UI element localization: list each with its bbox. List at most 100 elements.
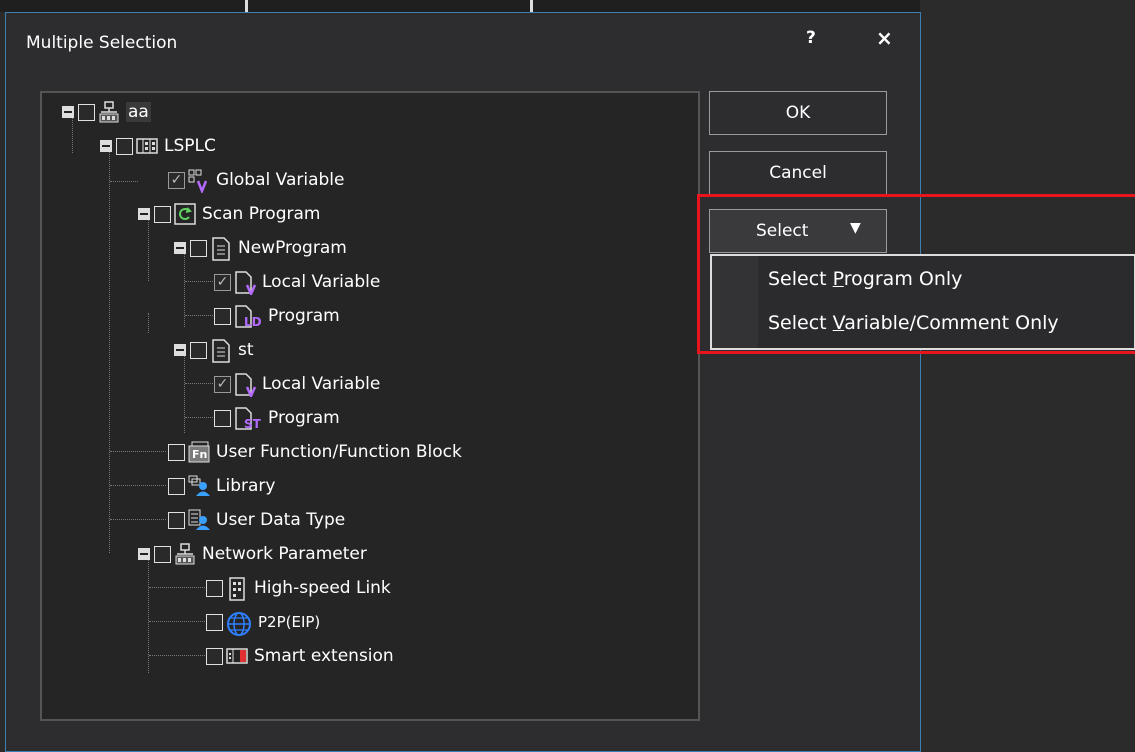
menu-item-select-program-only[interactable]: Select Program Only: [768, 268, 962, 290]
tree-node-label: Local Variable: [262, 272, 381, 292]
tree-node-label: Smart extension: [254, 646, 394, 666]
tree-node-label: Library: [216, 476, 276, 496]
help-button[interactable]: ?: [806, 28, 816, 48]
tree-connector: [148, 313, 149, 333]
tree-connector: [149, 621, 205, 622]
collapse-icon[interactable]: [138, 548, 150, 560]
program-document-icon: [210, 237, 232, 261]
tree-node-st[interactable]: st: [174, 335, 254, 365]
project-tree[interactable]: aa LSPLC ✓ Global Variable Scan Program …: [40, 91, 700, 721]
collapse-icon[interactable]: [174, 242, 186, 254]
checkbox[interactable]: [206, 647, 223, 665]
menu-item-text: Select: [768, 312, 833, 334]
fn-tag: Fn: [192, 448, 208, 461]
menu-item-text: ariable/Comment Only: [844, 312, 1059, 334]
library-icon: [188, 475, 210, 497]
tree-node-p2p[interactable]: P2P(EIP): [206, 607, 320, 637]
checkbox[interactable]: [154, 205, 171, 223]
background-panel: [921, 12, 1135, 746]
tree-node-label: Program: [268, 306, 340, 326]
plc-icon: [136, 135, 158, 157]
menu-item-mnemonic: V: [832, 312, 845, 334]
st-program-icon: ST: [234, 407, 262, 431]
st-tag: ST: [244, 417, 261, 431]
checkbox[interactable]: [168, 443, 185, 461]
tree-node-program-st[interactable]: ST Program: [214, 403, 340, 433]
tree-node-local-variable[interactable]: ✓ Local Variable: [214, 369, 380, 400]
checkbox[interactable]: [116, 137, 133, 155]
tree-node-plc[interactable]: LSPLC: [100, 131, 216, 161]
tree-node-label: LSPLC: [164, 136, 216, 156]
tree-node-local-variable[interactable]: ✓ Local Variable: [214, 267, 381, 298]
tree-node-label: User Function/Function Block: [216, 442, 462, 462]
tree-node-global-variable[interactable]: ✓ Global Variable: [168, 165, 344, 195]
tree-node-program-ld[interactable]: LD Program: [214, 301, 340, 331]
checkbox[interactable]: [206, 579, 223, 597]
program-document-icon: [210, 339, 232, 363]
dialog-titlebar[interactable]: Multiple Selection ? ×: [6, 13, 920, 71]
tree-node-high-speed-link[interactable]: High-speed Link: [206, 573, 391, 603]
checkbox[interactable]: [78, 103, 95, 121]
function-block-icon: Fn: [188, 441, 210, 463]
tree-node-label: aa: [126, 102, 151, 122]
menu-item-mnemonic: P: [832, 268, 844, 290]
tree-node-label: st: [238, 340, 254, 360]
collapse-icon[interactable]: [100, 140, 112, 152]
close-button[interactable]: ×: [876, 26, 893, 50]
checkbox[interactable]: [168, 477, 185, 495]
checkbox[interactable]: [154, 545, 171, 563]
tree-node-scan-program[interactable]: Scan Program: [138, 199, 320, 229]
tree-connector: [110, 485, 166, 486]
dialog-title: Multiple Selection: [26, 33, 178, 53]
tree-node-library[interactable]: Library: [168, 471, 275, 501]
checkbox[interactable]: [214, 307, 231, 325]
tree-node-network-parameter[interactable]: Network Parameter: [138, 539, 367, 569]
collapse-icon[interactable]: [62, 106, 74, 118]
multiple-selection-dialog: Multiple Selection ? × aa LSPLC ✓ Global…: [5, 12, 921, 752]
checkbox-checked[interactable]: ✓: [214, 273, 231, 291]
tree-node-user-function[interactable]: Fn User Function/Function Block: [168, 437, 462, 467]
tree-node-label: Global Variable: [216, 170, 345, 190]
ok-button[interactable]: OK: [709, 91, 887, 135]
tree-node-label: Network Parameter: [202, 544, 367, 564]
network-icon: [174, 543, 196, 565]
checkbox[interactable]: [168, 511, 185, 529]
high-speed-link-icon: [226, 577, 248, 601]
user-data-type-icon: [188, 509, 210, 531]
select-dropdown-menu: Select Program Only Select Variable/Comm…: [710, 254, 1135, 350]
collapse-icon[interactable]: [138, 208, 150, 220]
tree-connector: [185, 417, 215, 418]
tree-connector: [110, 451, 166, 452]
tree-connector: [110, 181, 138, 182]
checkbox-checked[interactable]: ✓: [214, 375, 231, 393]
ld-tag: LD: [244, 315, 262, 329]
collapse-icon[interactable]: [174, 344, 186, 356]
checkbox[interactable]: [214, 409, 231, 427]
ld-program-icon: LD: [234, 305, 262, 329]
tree-node-label: High-speed Link: [254, 578, 391, 598]
background-divider: [530, 0, 533, 12]
tree-node-label: Program: [268, 408, 340, 428]
checkbox-checked[interactable]: ✓: [168, 171, 185, 189]
background-divider: [245, 0, 248, 12]
global-variable-icon: [188, 169, 210, 195]
tree-node-user-data-type[interactable]: User Data Type: [168, 505, 345, 535]
checkbox[interactable]: [206, 613, 223, 631]
tree-node-smart-extension[interactable]: Smart extension: [206, 641, 394, 671]
tree-node-label: Scan Program: [202, 204, 321, 224]
tree-node-root[interactable]: aa: [62, 97, 151, 127]
menu-icon-gutter: [712, 256, 758, 348]
background-strip: [0, 0, 920, 12]
tree-node-new-program[interactable]: NewProgram: [174, 233, 347, 263]
network-icon: [98, 101, 120, 123]
tree-node-label: P2P(EIP): [258, 613, 321, 631]
cancel-button[interactable]: Cancel: [709, 151, 887, 195]
checkbox[interactable]: [190, 341, 207, 359]
tree-node-label: NewProgram: [238, 238, 347, 258]
local-variable-icon: [234, 271, 257, 298]
menu-item-select-variable-comment-only[interactable]: Select Variable/Comment Only: [768, 312, 1059, 334]
checkbox[interactable]: [190, 239, 207, 257]
local-variable-icon: [234, 373, 257, 400]
tree-connector: [149, 587, 205, 588]
tree-connector: [110, 519, 166, 520]
